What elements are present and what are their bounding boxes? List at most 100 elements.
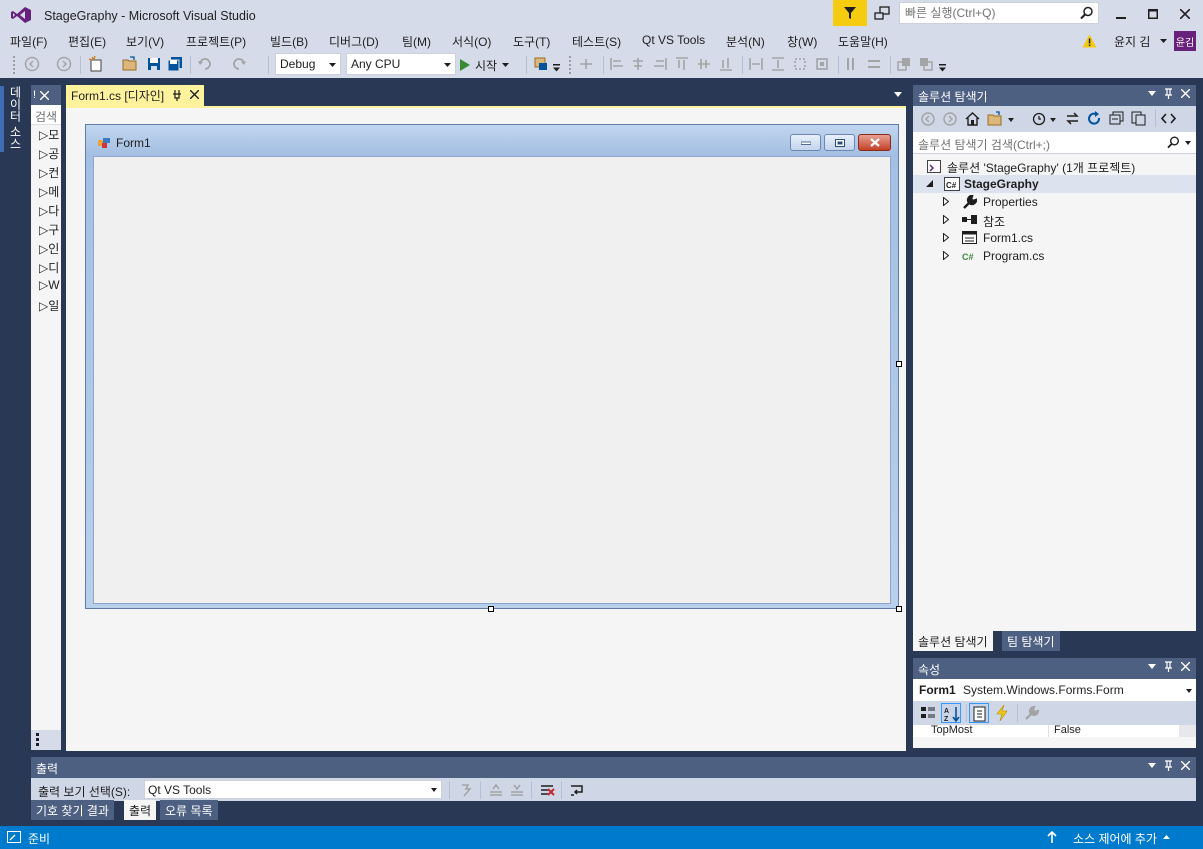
expand-arrow-icon[interactable] — [943, 233, 949, 242]
tab-error-list[interactable]: 오류 목록 — [160, 800, 218, 820]
save-icon[interactable] — [146, 56, 162, 72]
toolbox-category[interactable]: ▷디 — [31, 258, 61, 277]
tab-find-symbol-results[interactable]: 기호 찾기 결과 — [31, 800, 114, 820]
navigate-back-icon[interactable] — [24, 56, 40, 72]
new-project-icon[interactable] — [88, 56, 104, 72]
tree-item-references[interactable]: 참조 — [913, 211, 1196, 229]
vertical-spacing-icon[interactable] — [866, 56, 882, 72]
toolbox-category[interactable]: ▷컨 — [31, 163, 61, 182]
window-position-icon[interactable] — [1148, 664, 1156, 669]
sync-with-active-document-icon[interactable] — [1065, 111, 1080, 126]
toolbox-category[interactable]: ▷W — [31, 277, 61, 296]
property-pages-icon[interactable] — [1024, 705, 1040, 721]
alphabetical-icon[interactable]: AZ — [941, 703, 961, 723]
toolbox-category[interactable]: ▷인 — [31, 239, 61, 258]
window-position-icon[interactable] — [1148, 763, 1156, 768]
chevron-down-icon[interactable] — [1186, 689, 1192, 693]
horizontal-spacing-icon[interactable] — [844, 56, 860, 72]
chevron-down-icon[interactable] — [1050, 118, 1056, 122]
toolbar-overflow-icon[interactable] — [939, 64, 947, 72]
chevron-down-icon[interactable] — [1008, 118, 1014, 122]
menu-project[interactable]: 프로젝트(P) — [186, 33, 246, 50]
bring-to-front-icon[interactable] — [896, 56, 912, 72]
toolbox-category[interactable]: ▷일 — [31, 296, 61, 315]
tree-item-program[interactable]: C# Program.cs — [913, 247, 1196, 265]
find-message-in-code-icon[interactable] — [458, 782, 474, 798]
close-window-button[interactable] — [1169, 0, 1201, 28]
send-to-back-icon[interactable] — [918, 56, 934, 72]
collapse-arrow-icon[interactable] — [926, 180, 933, 187]
make-same-height-icon[interactable] — [770, 56, 786, 72]
data-sources-tab[interactable]: 데이터 소스 — [8, 86, 24, 156]
toolbar-overflow-icon[interactable] — [553, 64, 561, 72]
output-source-select[interactable]: Qt VS Tools — [144, 780, 442, 799]
tree-item-project[interactable]: C# StageGraphy — [913, 175, 1196, 193]
chevron-down-icon[interactable] — [894, 92, 902, 97]
make-same-width-icon[interactable] — [748, 56, 764, 72]
switch-views-icon[interactable] — [987, 111, 1002, 126]
add-to-source-control-button[interactable]: 소스 제어에 추가 — [1073, 830, 1157, 847]
window-position-icon[interactable] — [1148, 91, 1156, 96]
start-debugging-button[interactable]: 시작 — [460, 55, 510, 75]
pin-icon[interactable] — [1164, 760, 1173, 771]
align-middles-icon[interactable] — [696, 56, 712, 72]
make-same-size-icon[interactable] — [792, 56, 808, 72]
show-all-files-icon[interactable] — [1131, 111, 1146, 126]
property-row[interactable]: TopMost False — [913, 725, 1196, 737]
save-all-icon[interactable] — [167, 56, 183, 72]
warning-icon[interactable] — [1082, 34, 1097, 48]
property-object-selector[interactable]: Form1 System.Windows.Forms.Form — [913, 679, 1196, 701]
close-icon[interactable] — [1181, 662, 1190, 671]
align-to-grid-icon[interactable] — [578, 56, 594, 72]
menu-qt-vs-tools[interactable]: Qt VS Tools — [642, 33, 705, 47]
quick-launch-box[interactable] — [899, 2, 1099, 24]
chevron-down-icon[interactable] — [1160, 39, 1167, 43]
expand-arrow-icon[interactable] — [943, 197, 949, 206]
navigate-forward-icon[interactable] — [943, 112, 957, 126]
arrow-up-icon[interactable] — [1047, 831, 1057, 843]
toolbox-category[interactable]: ▷다 — [31, 201, 61, 220]
expand-arrow-icon[interactable] — [943, 251, 949, 260]
solution-platform-select[interactable]: Any CPU — [346, 53, 456, 75]
form-window[interactable]: Form1 — [85, 124, 899, 609]
align-centers-icon[interactable] — [630, 56, 646, 72]
menu-debug[interactable]: 디버그(D) — [329, 33, 379, 50]
open-file-icon[interactable] — [122, 56, 138, 72]
vertical-scrollbar[interactable] — [1179, 725, 1196, 737]
toolbox-category[interactable]: ▷모 — [31, 125, 61, 144]
tab-solution-explorer[interactable]: 솔루션 탐색기 — [913, 631, 993, 651]
menu-test[interactable]: 테스트(S) — [572, 33, 621, 50]
home-icon[interactable] — [965, 111, 980, 126]
collapse-all-icon[interactable] — [1109, 111, 1124, 126]
clear-all-icon[interactable] — [539, 782, 555, 798]
tab-output[interactable]: 출력 — [124, 800, 157, 820]
form-client-area[interactable] — [93, 156, 891, 604]
toggle-word-wrap-icon[interactable] — [569, 782, 585, 798]
pin-icon[interactable] — [1164, 661, 1173, 672]
toolbox-category[interactable]: ▷공 — [31, 144, 61, 163]
search-icon[interactable] — [1167, 136, 1180, 149]
pending-changes-filter-icon[interactable] — [1031, 111, 1046, 126]
menu-help[interactable]: 도움말(H) — [838, 33, 888, 50]
resize-handle-bottom[interactable] — [488, 606, 494, 612]
close-icon[interactable] — [190, 90, 200, 99]
form-maximize-button[interactable] — [824, 134, 855, 151]
chevron-up-icon[interactable] — [1163, 835, 1170, 839]
menu-team[interactable]: 팀(M) — [402, 33, 431, 50]
menu-window[interactable]: 창(W) — [787, 33, 817, 50]
toolbox-category[interactable]: ▷메 — [31, 182, 61, 201]
expand-arrow-icon[interactable] — [943, 215, 949, 224]
quick-launch-input[interactable] — [900, 3, 1070, 23]
toolbar-grip[interactable] — [568, 55, 572, 75]
form-close-button[interactable] — [858, 134, 891, 151]
refresh-icon[interactable] — [1087, 111, 1102, 126]
align-bottoms-icon[interactable] — [718, 56, 734, 72]
navigate-forward-icon[interactable] — [56, 56, 72, 72]
maximize-button[interactable] — [1137, 0, 1169, 28]
next-message-icon[interactable] — [509, 782, 525, 798]
menu-build[interactable]: 빌드(B) — [270, 33, 308, 50]
undo-icon[interactable] — [197, 56, 213, 72]
find-in-files-icon[interactable] — [533, 56, 549, 72]
tree-item-solution[interactable]: 솔루션 'StageGraphy' (1개 프로젝트) — [913, 157, 1196, 175]
toolbar-grip[interactable] — [12, 55, 16, 75]
